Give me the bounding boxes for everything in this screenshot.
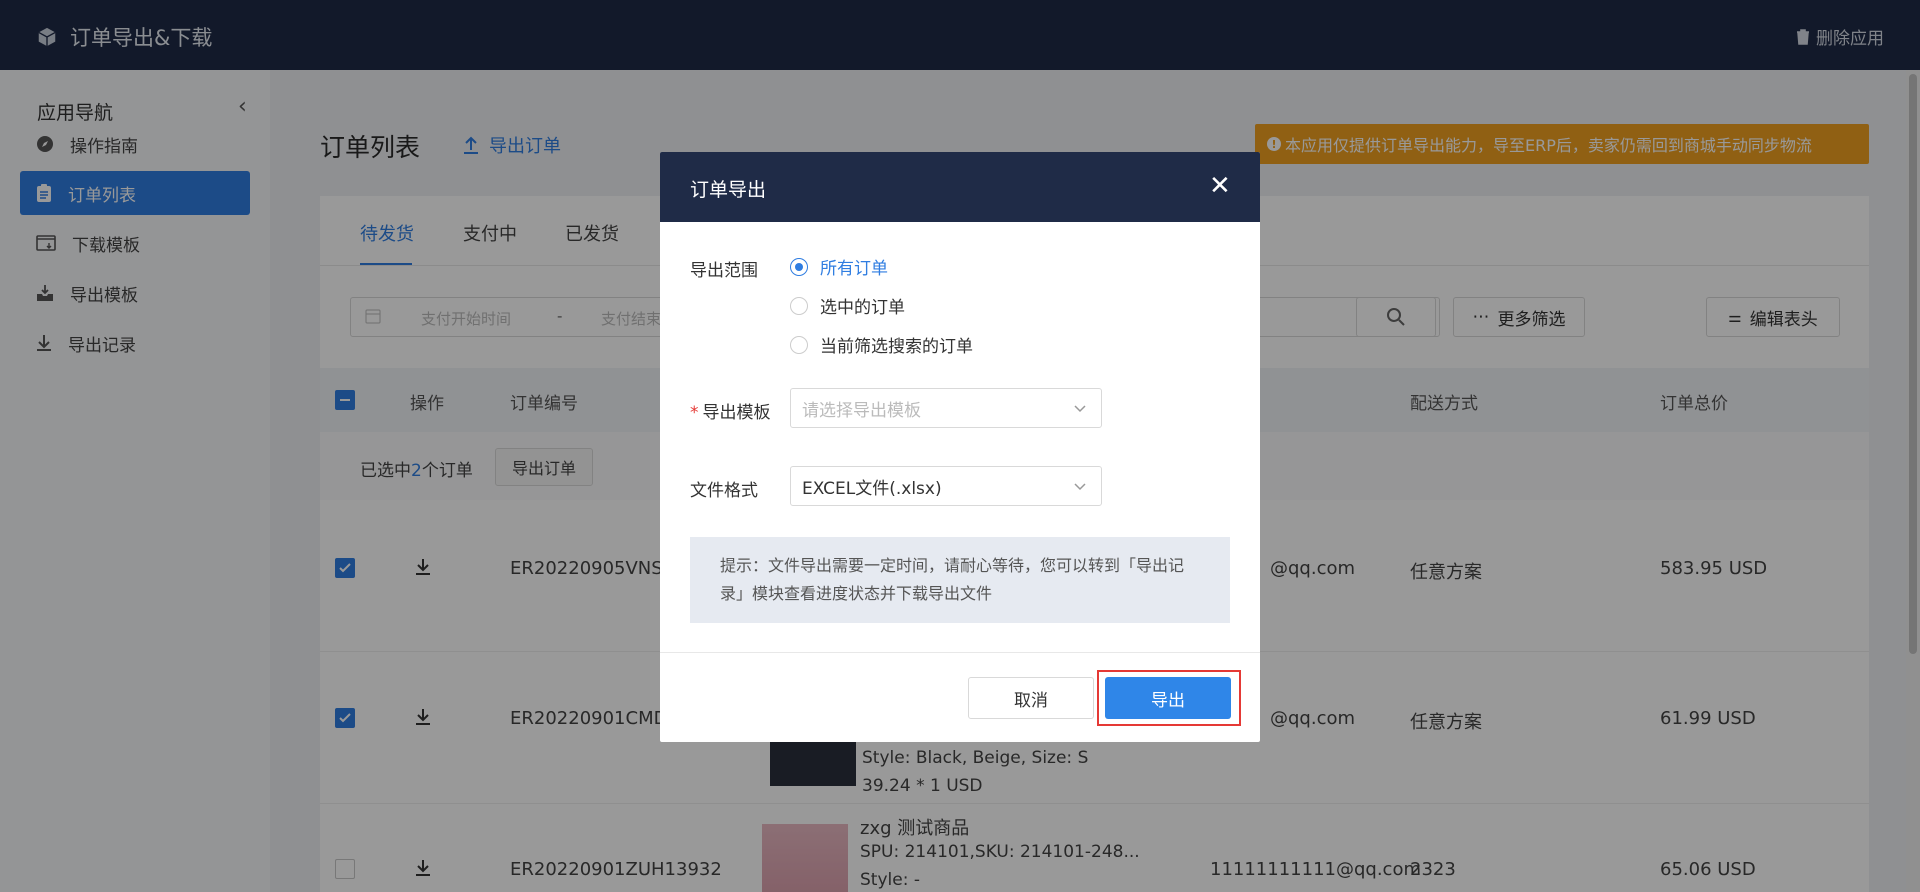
radio-all-orders[interactable]: 所有订单 bbox=[790, 254, 888, 279]
radio-dot bbox=[790, 296, 808, 315]
export-tip: 提示：文件导出需要一定时间，请耐心等待，您可以转到「导出记录」模块查看进度状态并… bbox=[690, 537, 1230, 623]
radio-dot bbox=[790, 257, 808, 276]
file-format-select[interactable]: EXCEL文件(.xlsx) bbox=[790, 466, 1102, 506]
dialog-header: 订单导出 ✕ bbox=[660, 152, 1260, 222]
radio-label: 选中的订单 bbox=[820, 298, 905, 318]
dialog-footer-divider bbox=[660, 652, 1260, 653]
select-placeholder: 请选择导出模板 bbox=[802, 400, 921, 421]
order-export-dialog: 订单导出 ✕ 导出范围 所有订单 选中的订单 当前筛选搜索的订单 * 导出模板 请… bbox=[660, 152, 1260, 742]
chevron-down-icon bbox=[1074, 405, 1086, 413]
export-range-label: 导出范围 bbox=[690, 261, 758, 281]
chevron-down-icon bbox=[1074, 483, 1086, 491]
export-button-highlight bbox=[1097, 670, 1241, 726]
close-icon[interactable]: ✕ bbox=[1209, 173, 1231, 199]
export-template-label: * 导出模板 bbox=[690, 398, 771, 423]
radio-selected-orders[interactable]: 选中的订单 bbox=[790, 293, 905, 318]
radio-dot bbox=[790, 335, 808, 354]
required-asterisk: * bbox=[690, 403, 699, 423]
select-value: EXCEL文件(.xlsx) bbox=[802, 478, 942, 499]
radio-label: 当前筛选搜索的订单 bbox=[820, 337, 973, 357]
radio-label: 所有订单 bbox=[820, 259, 888, 279]
export-template-label-text: 导出模板 bbox=[702, 403, 771, 423]
cancel-button[interactable]: 取消 bbox=[968, 677, 1094, 719]
radio-filtered-orders[interactable]: 当前筛选搜索的订单 bbox=[790, 332, 973, 357]
file-format-label: 文件格式 bbox=[690, 481, 758, 501]
export-template-select[interactable]: 请选择导出模板 bbox=[790, 388, 1102, 428]
dialog-title: 订单导出 bbox=[690, 179, 767, 201]
